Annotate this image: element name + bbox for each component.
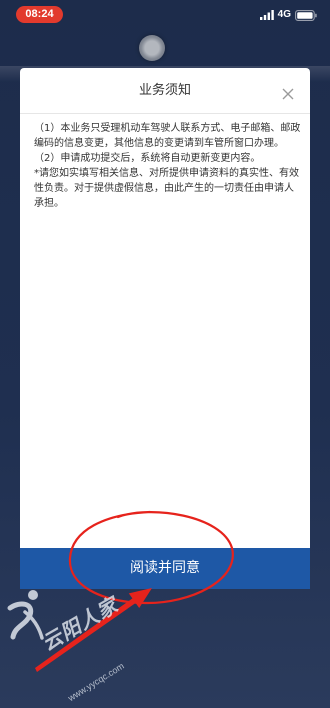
notice-paragraph-1: （1）本业务只受理机动车驾驶人联系方式、电子邮箱、邮政编码的信息变更，其他信息的… xyxy=(34,123,301,149)
notice-paragraph-2: （2）申请成功提交后，系统将自动更新变更内容。 xyxy=(34,153,261,164)
dialog-body: （1）本业务只受理机动车驾驶人联系方式、电子邮箱、邮政编码的信息变更，其他信息的… xyxy=(20,114,310,211)
phone-screen: 08:24 4G 业务须知 （1）本业务只受理机动车驾驶人联系方式、电子邮箱、邮… xyxy=(0,0,330,708)
assistive-touch-icon[interactable] xyxy=(139,35,165,61)
close-icon-glyph xyxy=(282,88,294,100)
close-icon[interactable] xyxy=(282,85,294,100)
notice-paragraph-3: *请您如实填写相关信息、对所提供申请资料的真实性、有效性负责。对于提供虚假信息，… xyxy=(34,168,299,209)
dialog-header: 业务须知 xyxy=(20,68,310,114)
dialog-title: 业务须知 xyxy=(138,83,191,98)
notice-dialog: 业务须知 （1）本业务只受理机动车驾驶人联系方式、电子邮箱、邮政编码的信息变更，… xyxy=(20,68,310,589)
watermark-url: www.yycqc.com xyxy=(66,660,126,704)
battery-icon xyxy=(295,9,317,21)
status-time: 08:24 xyxy=(16,6,63,23)
watermark-brand: 云阳人家 xyxy=(37,592,123,656)
signal-bars-icon xyxy=(259,10,274,20)
network-type: 4G xyxy=(277,9,291,20)
read-and-agree-button[interactable]: 阅读并同意 xyxy=(20,548,310,589)
status-indicators: 4G xyxy=(259,9,317,21)
